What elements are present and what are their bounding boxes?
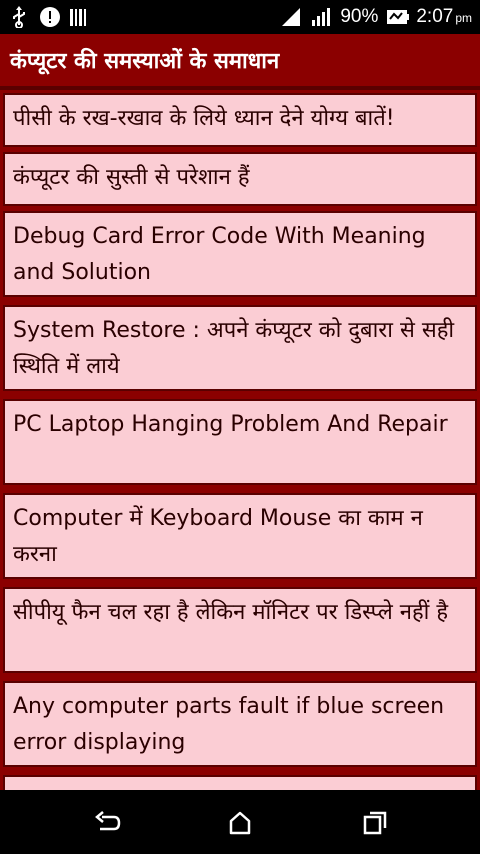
- signal-icon: [310, 6, 332, 28]
- clock: 2:07 pm: [416, 6, 472, 28]
- list-item[interactable]: Debug Card Error Code With Meaning and S…: [3, 211, 477, 297]
- barcode-icon: [68, 6, 90, 28]
- battery-percentage: 90%: [340, 6, 379, 27]
- list-item[interactable]: सीपीयू फैन चल रहा है लेकिन मॉनिटर पर डिस…: [3, 587, 477, 673]
- back-icon[interactable]: [92, 808, 122, 838]
- list-item[interactable]: Computer में Keyboard Mouse का काम न करन…: [3, 493, 477, 579]
- cloud-upload-icon: [38, 6, 60, 28]
- status-bar: 90% 2:07 pm: [0, 0, 480, 34]
- status-bar-left: [8, 6, 90, 29]
- topic-list: पीसी के रख-रखाव के लिये ध्यान देने योग्य…: [0, 90, 480, 790]
- wifi-icon: [280, 6, 302, 28]
- recent-apps-icon[interactable]: [360, 808, 390, 838]
- list-item[interactable]: पीसी के रख-रखाव के लिये ध्यान देने योग्य…: [3, 93, 477, 147]
- home-icon[interactable]: [225, 808, 255, 838]
- list-item[interactable]: System Restore : अपने कंप्यूटर को दुबारा…: [3, 305, 477, 391]
- app-bar: कंप्यूटर की समस्याओं के समाधान: [0, 34, 480, 90]
- list-item[interactable]: Any computer parts fault if blue screen …: [3, 681, 477, 767]
- clock-suffix: pm: [455, 11, 472, 25]
- clock-time: 2:07: [416, 6, 454, 27]
- page-title: कंप्यूटर की समस्याओं के समाधान: [10, 49, 280, 74]
- usb-icon: [8, 6, 30, 29]
- list-item[interactable]: PC Laptop Hanging Problem And Repair: [3, 399, 477, 485]
- navigation-bar: [0, 790, 480, 854]
- list-item[interactable]: कंप्यूटर की सुस्ती से परेशान हैं: [3, 152, 477, 206]
- list-item-partial[interactable]: [3, 775, 477, 790]
- status-bar-right: 90% 2:07 pm: [280, 6, 472, 28]
- battery-icon: [386, 6, 410, 28]
